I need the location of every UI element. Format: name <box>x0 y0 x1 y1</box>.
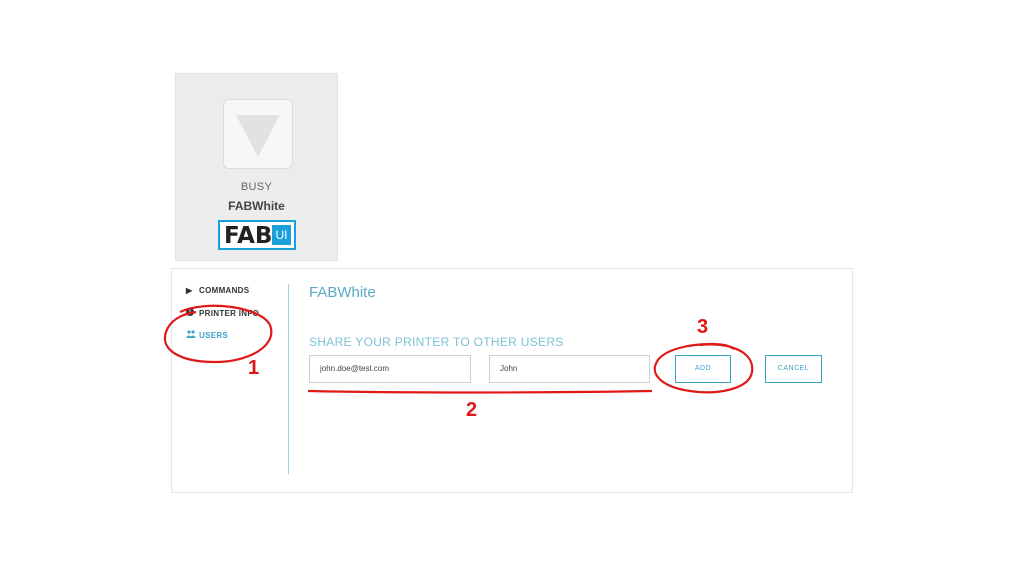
sidebar-divider <box>288 284 289 474</box>
logo-text: FAB <box>224 223 273 249</box>
logo-badge: UI <box>272 225 291 245</box>
sidebar-item-label: USERS <box>199 331 229 340</box>
play-icon: ▶ <box>186 286 193 295</box>
add-button[interactable]: ADD <box>675 355 731 383</box>
sidebar-item-commands[interactable]: ▶ COMMANDS <box>186 286 249 295</box>
sidebar-item-users[interactable]: USERS <box>186 330 228 340</box>
users-icon <box>186 330 196 340</box>
printer-status-icon-box <box>223 99 293 169</box>
email-field[interactable]: john.doe@test.com <box>309 355 471 383</box>
fabui-logo: FAB UI <box>218 220 296 250</box>
info-icon <box>186 308 196 318</box>
printer-status: BUSY <box>240 181 273 193</box>
share-heading: SHARE YOUR PRINTER TO OTHER USERS <box>309 335 564 349</box>
sidebar-item-label: COMMANDS <box>199 286 250 295</box>
page-title: FABWhite <box>309 284 376 301</box>
name-field[interactable]: John <box>489 355 650 383</box>
annotation-step-2: 2 <box>466 399 478 421</box>
printer-name: FABWhite <box>228 199 285 213</box>
annotation-step-1: 1 <box>248 357 260 379</box>
sidebar-item-label: PRINTER INFO <box>199 309 260 318</box>
sidebar-item-printer-info[interactable]: PRINTER INFO <box>186 308 259 318</box>
triangle-down-icon <box>236 115 280 157</box>
cancel-button[interactable]: CANCEL <box>765 355 822 383</box>
annotation-step-3: 3 <box>697 316 709 338</box>
printer-card[interactable]: BUSY FABWhite FAB UI <box>175 73 338 261</box>
printer-settings-panel: ▶ COMMANDS PRINTER INFO USERS FABWhite SH… <box>171 268 853 493</box>
